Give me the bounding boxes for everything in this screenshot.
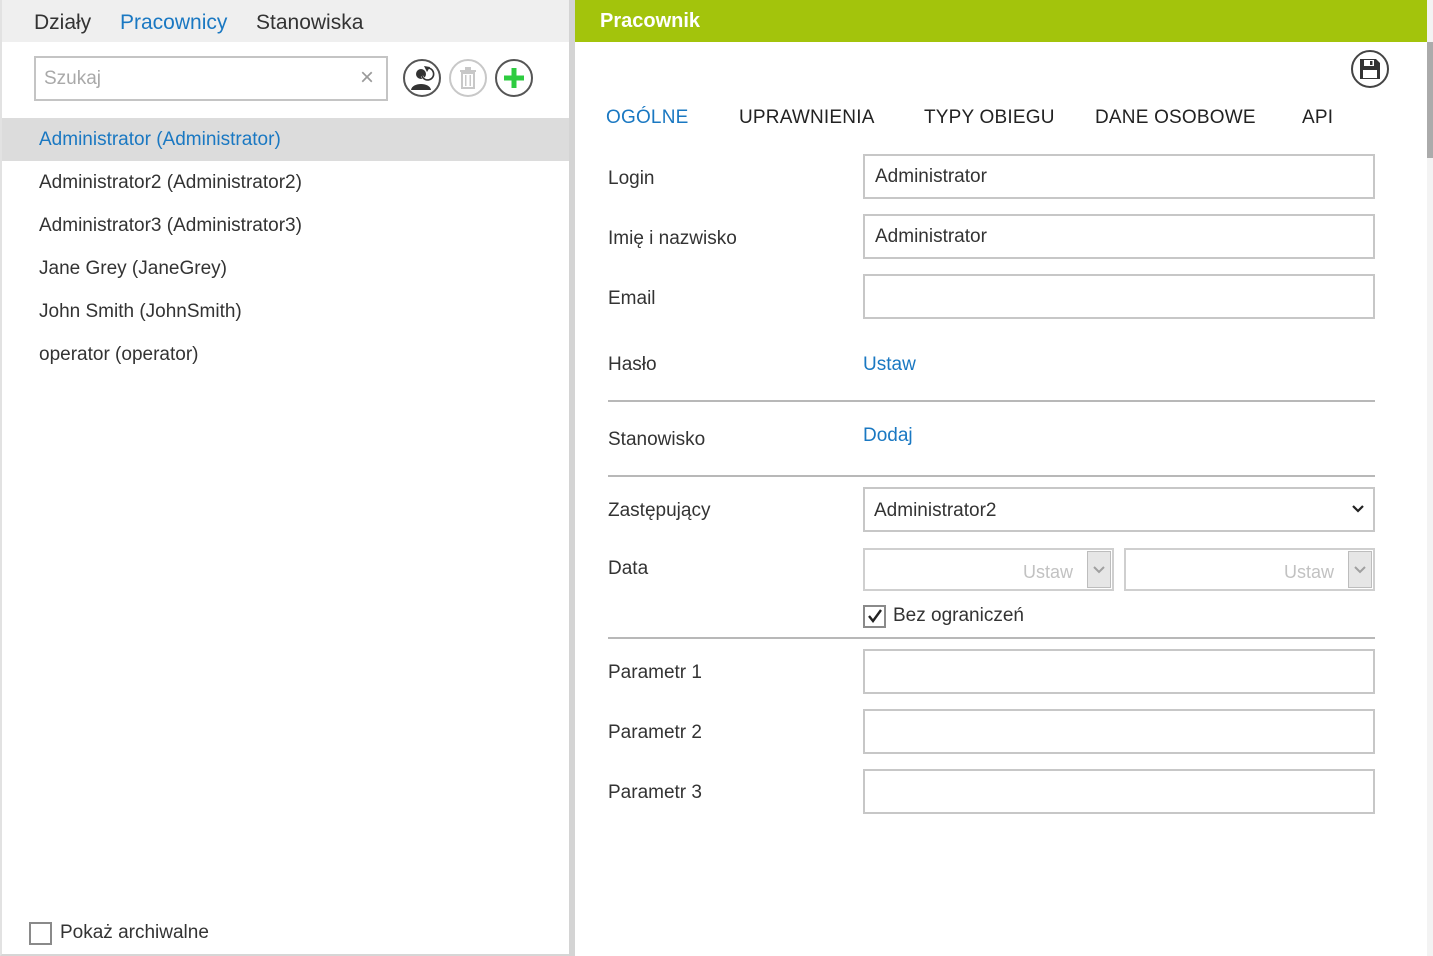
tab-typy-obiegu[interactable]: TYPY OBIEGU (924, 107, 1055, 129)
close-icon[interactable]: × (360, 64, 374, 92)
show-archived-checkbox[interactable] (29, 921, 52, 945)
save-button[interactable] (1351, 50, 1389, 88)
divider (608, 400, 1375, 402)
tab-api[interactable]: API (1302, 107, 1333, 129)
no-limit-checkbox[interactable] (863, 604, 886, 628)
right-panel: Pracownik OGÓLNE UPRAWNIENIA TYPY OBIEGU… (575, 0, 1427, 956)
param3-field[interactable] (865, 771, 1373, 812)
no-limit-toggle[interactable]: Bez ograniczeń (863, 604, 1024, 628)
name-field-box (863, 214, 1375, 259)
refresh-user-button[interactable] (403, 59, 441, 97)
tab-dane-osobowe[interactable]: DANE OSOBOWE (1095, 107, 1256, 129)
date-label: Data (608, 558, 649, 579)
date-from-placeholder: Ustaw (1022, 562, 1073, 582)
tab-dzialy[interactable]: Działy (34, 11, 91, 35)
tab-ogolne[interactable]: OGÓLNE (606, 107, 689, 129)
set-password-link[interactable]: Ustaw (863, 354, 916, 376)
password-label: Hasło (608, 354, 657, 375)
list-item[interactable]: Jane Grey (JaneGrey) (2, 247, 571, 290)
search-input[interactable] (44, 67, 344, 91)
date-from-dropdown-button[interactable] (1087, 551, 1111, 588)
search-box: × (34, 56, 388, 101)
param2-field[interactable] (865, 711, 1373, 752)
deputy-label: Zastępujący (608, 500, 711, 521)
trash-icon (460, 67, 476, 89)
email-field[interactable] (865, 276, 1373, 317)
no-limit-label: Bez ograniczeń (893, 605, 1024, 626)
param1-label: Parametr 1 (608, 662, 702, 683)
date-to-placeholder: Ustaw (1283, 562, 1334, 582)
list-item[interactable]: Administrator3 (Administrator3) (2, 204, 571, 247)
email-label: Email (608, 288, 656, 309)
param2-label: Parametr 2 (608, 722, 702, 743)
left-panel: Działy Pracownicy Stanowiska × (0, 0, 571, 956)
name-label: Imię i nazwisko (608, 228, 737, 249)
list-item[interactable]: Administrator (Administrator) (2, 118, 571, 161)
param3-field-box (863, 769, 1375, 814)
scrollbar-thumb[interactable] (1427, 42, 1433, 158)
tab-uprawnienia[interactable]: UPRAWNIENIA (739, 107, 875, 129)
user-list: Administrator (Administrator) Administra… (2, 118, 571, 376)
delete-button[interactable] (449, 59, 487, 97)
param1-field[interactable] (865, 651, 1373, 692)
position-label: Stanowisko (608, 429, 706, 450)
divider (608, 475, 1375, 477)
param1-field-box (863, 649, 1375, 694)
date-to-dropdown-button[interactable] (1348, 551, 1372, 588)
user-refresh-icon (411, 66, 435, 90)
login-field[interactable] (865, 156, 1373, 197)
chevron-down-icon (1352, 505, 1364, 513)
param2-field-box (863, 709, 1375, 754)
login-field-box (863, 154, 1375, 199)
add-position-link[interactable]: Dodaj (863, 425, 913, 447)
plus-icon (504, 68, 524, 88)
list-item[interactable]: John Smith (JohnSmith) (2, 290, 571, 333)
chevron-down-icon (1354, 565, 1366, 573)
show-archived-toggle[interactable]: Pokaż archiwalne (29, 920, 209, 946)
add-user-button[interactable] (495, 59, 533, 97)
chevron-down-icon (1093, 565, 1105, 573)
checkmark-icon (867, 609, 882, 623)
app-window: Działy Pracownicy Stanowiska × (0, 0, 1433, 956)
date-to-picker[interactable]: Ustaw (1124, 548, 1375, 591)
panel-header: Pracownik (575, 0, 1427, 42)
show-archived-label: Pokaż archiwalne (60, 922, 209, 943)
tab-stanowiska[interactable]: Stanowiska (256, 11, 363, 35)
list-item[interactable]: operator (operator) (2, 333, 571, 376)
panel-title: Pracownik (600, 10, 701, 32)
date-from-picker[interactable]: Ustaw (863, 548, 1114, 591)
deputy-select[interactable]: Administrator2 (863, 487, 1375, 532)
deputy-select-value: Administrator2 (874, 500, 997, 521)
email-field-box (863, 274, 1375, 319)
login-label: Login (608, 168, 655, 189)
divider (608, 637, 1375, 639)
tab-pracownicy[interactable]: Pracownicy (120, 11, 227, 35)
name-field[interactable] (865, 216, 1373, 257)
left-tab-bar: Działy Pracownicy Stanowiska (2, 0, 571, 42)
floppy-disk-icon (1360, 59, 1380, 79)
param3-label: Parametr 3 (608, 782, 702, 803)
list-item[interactable]: Administrator2 (Administrator2) (2, 161, 571, 204)
